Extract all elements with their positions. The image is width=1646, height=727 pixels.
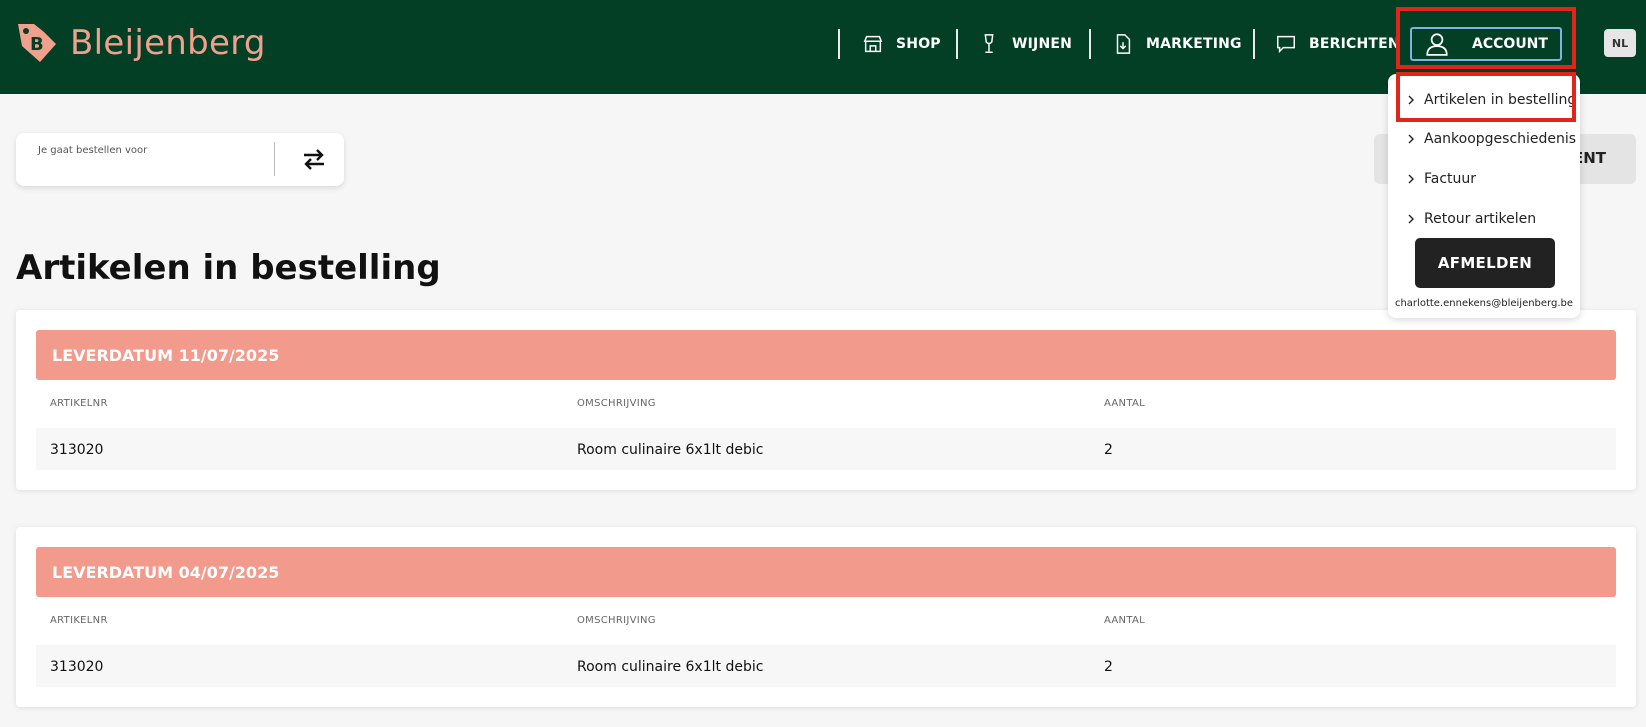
nav-separator xyxy=(1089,29,1091,59)
cell-omschrijving: Room culinaire 6x1lt debic xyxy=(577,442,764,458)
cell-aantal: 2 xyxy=(1104,659,1113,675)
table-row: 313020 Room culinaire 6x1lt debic 2 xyxy=(36,428,1616,470)
order-date-header: LEVERDATUM 04/07/2025 xyxy=(36,547,1616,597)
column-header-artikelnr: ARTIKELNR xyxy=(50,615,108,626)
nav-shop-label: SHOP xyxy=(896,36,941,52)
order-for-selector: Je gaat bestellen voor xyxy=(16,133,344,186)
table-row: 313020 Room culinaire 6x1lt debic 2 xyxy=(36,645,1616,687)
nav-wijnen-label: WIJNEN xyxy=(1012,36,1073,52)
wine-glass-icon xyxy=(984,34,994,53)
order-date-header: LEVERDATUM 11/07/2025 xyxy=(36,330,1616,380)
user-email: charlotte.ennekens@bleijenberg.be xyxy=(1394,298,1574,309)
brand-name: Bleijenberg xyxy=(70,23,266,63)
cell-artikelnr: 313020 xyxy=(50,659,104,675)
cell-aantal: 2 xyxy=(1104,442,1113,458)
account-dropdown-menu: Artikelen in bestelling Aankoopgeschiede… xyxy=(1388,74,1580,318)
document-download-icon xyxy=(1116,34,1131,54)
menu-item-factuur[interactable]: Factuur xyxy=(1406,171,1476,187)
nav-berichten[interactable]: BERICHTEN xyxy=(1275,28,1400,60)
chevron-right-icon xyxy=(1408,134,1414,144)
nav-marketing[interactable]: MARKETING xyxy=(1112,28,1242,60)
message-icon xyxy=(1277,35,1295,54)
account-button[interactable]: ACCOUNT xyxy=(1410,27,1562,61)
divider xyxy=(274,142,275,176)
chevron-right-icon xyxy=(1408,214,1414,224)
logout-button[interactable]: AFMELDEN xyxy=(1415,238,1555,288)
nav-berichten-label: BERICHTEN xyxy=(1309,36,1400,52)
order-card: LEVERDATUM 04/07/2025 ARTIKELNR OMSCHRIJ… xyxy=(16,527,1636,707)
chevron-right-icon xyxy=(1408,95,1414,105)
cell-omschrijving: Room culinaire 6x1lt debic xyxy=(577,659,764,675)
swap-arrows-icon[interactable] xyxy=(300,145,328,173)
nav-shop[interactable]: SHOP xyxy=(862,28,941,60)
order-for-label: Je gaat bestellen voor xyxy=(38,145,148,156)
menu-item-label: Retour artikelen xyxy=(1424,211,1537,227)
menu-item-label: Factuur xyxy=(1424,171,1477,187)
account-label: ACCOUNT xyxy=(1472,36,1548,52)
order-card: LEVERDATUM 11/07/2025 ARTIKELNR OMSCHRIJ… xyxy=(16,310,1636,490)
menu-item-label: Artikelen in bestelling xyxy=(1424,92,1577,108)
column-header-artikelnr: ARTIKELNR xyxy=(50,398,108,409)
page-title: Artikelen in bestelling xyxy=(16,248,441,288)
nav-separator xyxy=(1253,29,1255,59)
user-icon xyxy=(1426,33,1448,56)
nav-separator xyxy=(956,29,958,59)
nav-marketing-label: MARKETING xyxy=(1146,36,1242,52)
cell-artikelnr: 313020 xyxy=(50,442,104,458)
column-header-aantal: AANTAL xyxy=(1104,615,1145,626)
column-header-omschrijving: OMSCHRIJVING xyxy=(577,615,656,626)
bottle-tag-logo-icon: B xyxy=(18,24,56,62)
nav-wijnen[interactable]: WIJNEN xyxy=(978,28,1072,60)
chevron-right-icon xyxy=(1408,174,1414,184)
nav-separator xyxy=(838,29,840,59)
brand-logo[interactable]: B Bleijenberg xyxy=(14,18,266,68)
column-header-aantal: AANTAL xyxy=(1104,398,1145,409)
menu-item-label: Aankoopgeschiedenis xyxy=(1424,131,1577,147)
menu-item-aankoopgeschiedenis[interactable]: Aankoopgeschiedenis xyxy=(1406,131,1576,147)
menu-item-retour-artikelen[interactable]: Retour artikelen xyxy=(1406,211,1536,227)
svg-text:B: B xyxy=(30,34,44,55)
shop-icon xyxy=(863,35,883,53)
column-header-omschrijving: OMSCHRIJVING xyxy=(577,398,656,409)
menu-item-artikelen-in-bestelling[interactable]: Artikelen in bestelling xyxy=(1406,92,1576,108)
language-selector[interactable]: NL xyxy=(1604,29,1636,57)
